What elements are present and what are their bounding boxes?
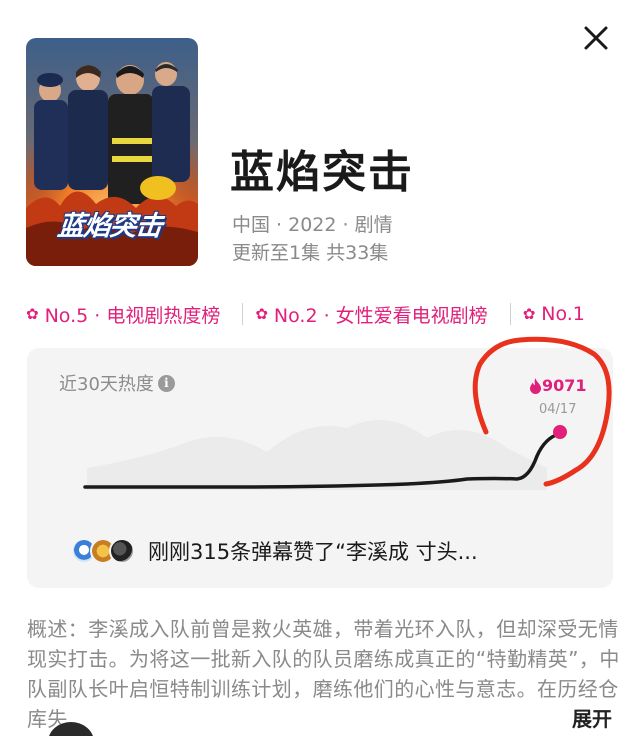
- ranking-star-icon: ✿: [255, 305, 268, 323]
- avatar-stack: [71, 538, 135, 564]
- heat-date: 04/17: [539, 402, 577, 417]
- heat-value-group: 9071: [529, 376, 587, 395]
- ranking-label: No.1: [541, 303, 585, 325]
- close-icon: [584, 26, 608, 50]
- heat-latest-point: [553, 425, 567, 439]
- ranking-divider: [242, 303, 244, 325]
- info-icon[interactable]: i: [157, 374, 175, 392]
- ranking-star-icon: ✿: [26, 305, 39, 323]
- synopsis-text: 概述：李溪成入队前曾是救火英雄，带着光环入队，但却深受无情现实打击。为将这一批新…: [27, 617, 620, 731]
- page-title: 蓝焰突击: [230, 147, 414, 198]
- ranking-label: No.2 · 女性爱看电视剧榜: [273, 304, 488, 327]
- ranking-item[interactable]: ✿ No.1: [523, 303, 585, 325]
- heat-value: 9071: [542, 376, 587, 395]
- detail-page: 蓝焰突击 蓝焰突击 中国 · 2022 · 剧情 更新至1集 共33集 ✿ No…: [0, 0, 640, 736]
- ranking-item[interactable]: ✿ No.2 · 女性爱看电视剧榜: [255, 301, 487, 328]
- close-button[interactable]: [576, 18, 616, 58]
- poster-image[interactable]: 蓝焰突击: [26, 38, 198, 266]
- ranking-row: ✿ No.5 · 电视剧热度榜 ✿ No.2 · 女性爱看电视剧榜 ✿ No.1: [26, 300, 585, 328]
- danmaku-text: 刚刚315条弹幕赞了“李溪成 寸头...: [148, 540, 478, 564]
- heat-label: 近30天热度: [59, 374, 154, 395]
- ranking-star-icon: ✿: [522, 305, 536, 323]
- danmaku-row[interactable]: 刚刚315条弹幕赞了“李溪成 寸头...: [71, 536, 591, 566]
- heat-card[interactable]: 近30天热度 i 9071 04/17 刚刚315条弹幕赞了“李溪成 寸头...: [27, 348, 613, 588]
- poster-title: 蓝焰突击: [56, 211, 164, 242]
- expand-button[interactable]: 展开: [560, 703, 612, 732]
- heat-label-group: 近30天热度 i: [59, 370, 175, 396]
- episode-status: 更新至1集 共33集: [232, 242, 389, 264]
- ranking-divider: [509, 303, 511, 325]
- flame-icon: [530, 377, 541, 394]
- ranking-item[interactable]: ✿ No.5 · 电视剧热度榜: [26, 301, 220, 328]
- avatar: [109, 538, 135, 564]
- ranking-label: No.5 · 电视剧热度榜: [44, 304, 221, 327]
- show-meta: 中国 · 2022 · 剧情: [232, 214, 393, 236]
